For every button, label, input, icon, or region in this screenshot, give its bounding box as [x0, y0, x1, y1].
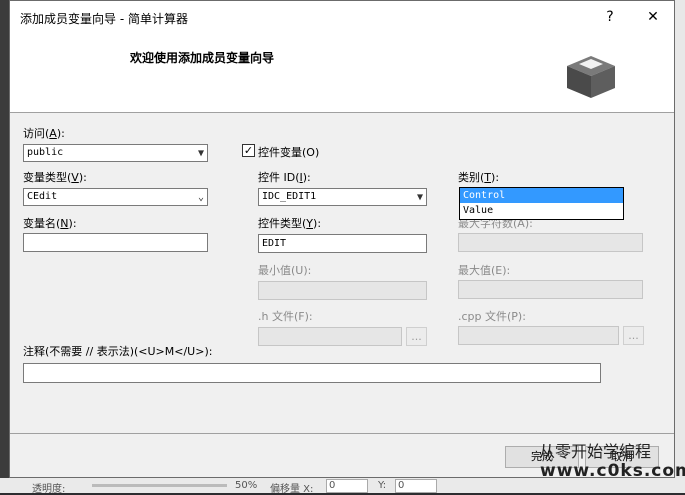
category-option-value[interactable]: Value: [460, 203, 623, 218]
cpp-file-input[interactable]: [458, 326, 619, 345]
max-value-input[interactable]: [458, 280, 643, 299]
control-id-combo[interactable]: IDC_EDIT1 ▼: [258, 188, 427, 206]
help-button[interactable]: ?: [593, 5, 627, 29]
control-type-label: 控件类型(Y):: [258, 217, 322, 230]
window-title: 添加成员变量向导 - 简单计算器: [20, 12, 188, 26]
chevron-down-icon: ▼: [416, 192, 423, 203]
cpp-file-label: .cpp 文件(P):: [458, 310, 526, 323]
offset-y-label: Y:: [378, 480, 387, 491]
max-chars-input[interactable]: [458, 233, 643, 252]
control-id-label: 控件 ID(I):: [258, 171, 311, 184]
chevron-down-icon: ▼: [197, 148, 204, 159]
min-value-input[interactable]: [258, 281, 427, 300]
variable-name-input[interactable]: [23, 233, 208, 252]
comment-label: 注释(不需要 // 表示法)(<U>M</U>):: [23, 345, 213, 358]
background-right: [675, 0, 685, 493]
box-icon: [567, 56, 615, 98]
control-variable-checkbox[interactable]: ✓: [242, 144, 255, 157]
title-bar: 添加成员变量向导 - 简单计算器 ? ✕: [10, 1, 674, 34]
cpp-file-browse-button[interactable]: ...: [623, 326, 644, 345]
close-button[interactable]: ✕: [636, 5, 670, 29]
chevron-down-icon: ⌄: [197, 192, 204, 203]
access-combo[interactable]: public ▼: [23, 144, 208, 162]
min-value-label: 最小值(U):: [258, 264, 312, 277]
wizard-title: 欢迎使用添加成员变量向导: [130, 51, 275, 65]
max-value-label: 最大值(E):: [458, 264, 511, 277]
category-option-control[interactable]: Control: [460, 188, 623, 203]
wizard-header: 欢迎使用添加成员变量向导: [10, 34, 674, 113]
access-label: 访问(A):: [23, 127, 65, 140]
watermark-text: 从零开始学编程: [539, 442, 652, 461]
h-file-input[interactable]: [258, 327, 402, 346]
watermark-url: www.c0ks.com: [540, 461, 685, 481]
variable-name-label: 变量名(N):: [23, 217, 77, 230]
category-dropdown-list[interactable]: Control Value: [459, 187, 624, 220]
footer-divider: [10, 433, 674, 434]
control-type-input[interactable]: EDIT: [258, 234, 427, 253]
offset-x-input[interactable]: 0: [326, 479, 368, 493]
variable-type-combo[interactable]: CEdit ⌄: [23, 188, 208, 206]
variable-type-label: 变量类型(V):: [23, 171, 87, 184]
add-member-variable-dialog: 添加成员变量向导 - 简单计算器 ? ✕ 欢迎使用添加成员变量向导 访问(A):…: [9, 0, 685, 481]
offset-y-input[interactable]: 0: [395, 479, 437, 493]
h-file-label: .h 文件(F):: [258, 310, 313, 323]
control-variable-label: 控件变量(O): [258, 146, 320, 159]
opacity-slider[interactable]: [92, 484, 227, 487]
category-label: 类别(T):: [458, 171, 500, 184]
background-left: [0, 0, 9, 493]
comment-input[interactable]: [23, 363, 601, 383]
h-file-browse-button[interactable]: ...: [406, 327, 427, 346]
opacity-value: 50%: [235, 480, 258, 491]
